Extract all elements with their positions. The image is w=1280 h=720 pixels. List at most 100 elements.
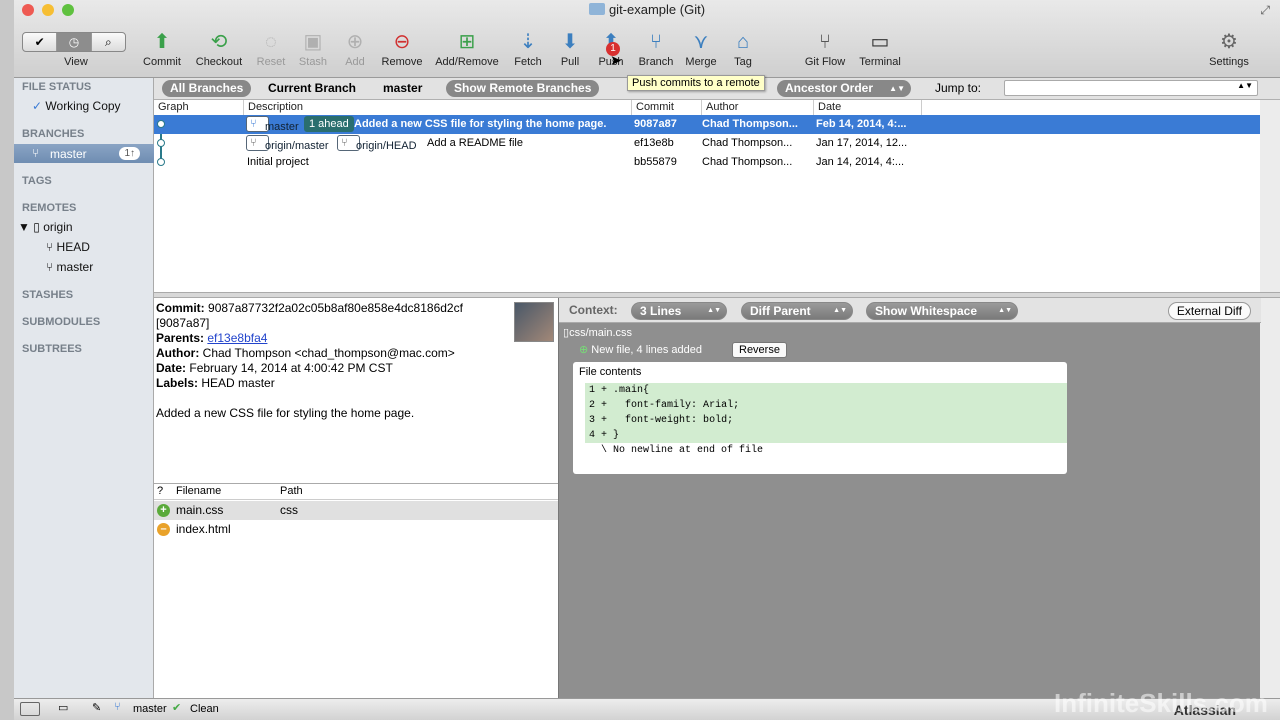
sidebar-toggle-icon[interactable]	[20, 702, 40, 716]
log-view-button[interactable]: ◷	[57, 33, 92, 51]
all-branches-button[interactable]: All Branches	[162, 80, 252, 97]
sidebar-item-origin[interactable]: ▼ ▯ origin	[18, 220, 73, 234]
branch-selector[interactable]: master	[375, 80, 430, 97]
sidebar-heading-submodules[interactable]: SUBMODULES	[22, 316, 100, 328]
status-clean: Clean	[190, 703, 219, 715]
commit-row[interactable]: Initial project bb55879 Chad Thompson...…	[154, 153, 1260, 172]
branch-icon: ⑂	[32, 146, 40, 160]
commit-details: Commit: 9087a87732f2a02c05b8af80e858e4dc…	[154, 298, 558, 483]
sidebar-item-remote-master[interactable]: ⑂ master	[46, 260, 93, 274]
file-row[interactable]: + main.css css	[154, 501, 558, 520]
tag-icon: ⌂	[736, 31, 750, 53]
sidebar-heading-tags[interactable]: TAGS	[22, 175, 52, 187]
diff-pane: Context: 3 Lines ▲▼ Diff Parent ▲▼ Show Wh…	[558, 298, 1261, 698]
diff-line-added[interactable]: 3 + font-weight: bold;	[585, 413, 1067, 428]
git-flow-icon: ⑂	[819, 31, 831, 53]
branch-tag-origin-master: ⑂ origin/master	[246, 135, 329, 152]
context-label: Context:	[569, 303, 618, 317]
sidebar-item-working-copy[interactable]: ✓ Working Copy	[32, 99, 121, 113]
commit-row[interactable]: ⑂ origin/master ⑂ origin/HEAD Add a README…	[154, 134, 1260, 153]
folder-icon	[588, 3, 605, 15]
terminal-button[interactable]: ▭ Terminal	[850, 28, 910, 68]
branch-tag-origin-head: ⑂ origin/HEAD	[337, 135, 417, 152]
sidebar-heading-stashes[interactable]: STASHES	[22, 289, 73, 301]
remove-icon: ⊖	[393, 31, 411, 53]
file-status-view-button[interactable]: ✔	[23, 33, 58, 51]
watermark: InfiniteSkills.com	[1054, 688, 1268, 718]
commit-message: Added a new CSS file for styling the hom…	[156, 406, 415, 420]
view-segmented-control[interactable]: ✔ ◷ ⌕	[22, 32, 126, 52]
show-whitespace-dropdown[interactable]: Show Whitespace ▲▼	[866, 302, 1018, 320]
reverse-button[interactable]: Reverse	[732, 342, 787, 358]
order-dropdown[interactable]: Ancestor Order ▲▼	[777, 80, 911, 97]
server-icon: ▯	[33, 220, 40, 234]
title-bar: git-example (Git) ✔ ◷ ⌕ View ⬆ Commit ⟲ Ch…	[14, 0, 1280, 78]
diff-file-status: ⊕ New file, 4 lines added	[579, 344, 702, 356]
branch-icon: ⑂	[341, 137, 348, 149]
diff-line-added[interactable]: 4 + }	[585, 428, 1067, 443]
external-diff-button[interactable]: External Diff	[1167, 302, 1251, 320]
gear-icon: ⚙	[1220, 31, 1238, 53]
current-branch-button[interactable]: Current Branch	[260, 80, 364, 97]
modified-icon: –	[157, 523, 170, 536]
terminal-icon: ▭	[870, 31, 890, 53]
diff-parent-dropdown[interactable]: Diff Parent ▲▼	[741, 302, 853, 320]
column-header-commit[interactable]: Commit	[632, 100, 702, 115]
commit-node	[157, 139, 165, 147]
commit-button[interactable]: ⬆ Commit	[132, 28, 192, 68]
diff-line-added[interactable]: 1 + .main{	[585, 383, 1067, 398]
tag-button[interactable]: ⌂ Tag	[713, 28, 773, 68]
disclosure-triangle-icon[interactable]: ▼	[18, 220, 30, 234]
context-dropdown[interactable]: 3 Lines ▲▼	[631, 302, 727, 320]
dropdown-arrows-icon: ▲▼	[707, 307, 721, 314]
checkmark-icon: ✓	[32, 99, 43, 113]
view-label: View	[64, 56, 88, 68]
parent-commit-link[interactable]: ef13e8bfa4	[207, 331, 267, 345]
diff-line-note: \ No newline at end of file	[600, 445, 764, 456]
status-branch: master	[133, 703, 167, 715]
column-header-graph[interactable]: Graph	[154, 100, 244, 115]
show-remote-branches-button[interactable]: Show Remote Branches	[446, 80, 600, 97]
checkout-button[interactable]: ⟲ Checkout	[189, 28, 249, 68]
git-flow-button[interactable]: ⑂ Git Flow	[795, 28, 855, 68]
commit-hash: 9087a87732f2a02c05b8af80e858e4dc8186d2cf	[208, 301, 463, 315]
diff-line-added[interactable]: 2 + font-family: Arial;	[585, 398, 1067, 413]
column-header-author[interactable]: Author	[702, 100, 814, 115]
push-tooltip: Push commits to a remote	[627, 75, 765, 91]
compose-icon[interactable]: ✎	[92, 701, 101, 714]
diff-hunk: File contents 1 + .main{ 2 + font-family…	[573, 362, 1067, 474]
panel-toggle-icon[interactable]: ▭	[58, 701, 68, 714]
ahead-badge: 1↑	[119, 147, 140, 160]
remove-button[interactable]: ⊖ Remove	[372, 28, 432, 68]
hunk-title: File contents	[579, 366, 642, 378]
sidebar-heading-subtrees[interactable]: SUBTREES	[22, 343, 82, 355]
added-icon: ⊕	[579, 344, 589, 356]
column-header-description[interactable]: Description	[244, 100, 632, 115]
dropdown-arrows-icon: ▲▼	[833, 307, 847, 314]
sidebar-heading-file-status: FILE STATUS	[22, 81, 92, 93]
sidebar-item-remote-head[interactable]: ⑂ HEAD	[46, 240, 90, 254]
branch-icon: ⑂	[250, 137, 257, 149]
mouse-cursor-icon: ➤	[610, 52, 622, 68]
diff-toolbar: Context: 3 Lines ▲▼ Diff Parent ▲▼ Show Wh…	[559, 298, 1261, 323]
branch-icon: ⑂	[250, 118, 257, 130]
window-title: git-example (Git)	[14, 2, 1280, 17]
sidebar-item-master[interactable]: ⑂ master 1↑	[14, 144, 154, 163]
commit-row[interactable]: ⑂ master 1 ahead Added a new CSS file for…	[154, 115, 1260, 134]
add-remove-icon: ⊞	[458, 31, 476, 53]
jump-to-dropdown[interactable]: ▲▼	[1004, 80, 1258, 96]
changed-files-list: ? Filename Path + main.css css – index.h…	[154, 483, 558, 698]
app-window: git-example (Git) ✔ ◷ ⌕ View ⬆ Commit ⟲ Ch…	[14, 0, 1280, 720]
sidebar: FILE STATUS ✓ Working Copy BRANCHES ⑂ ma…	[14, 78, 154, 698]
add-remove-button[interactable]: ⊞ Add/Remove	[433, 28, 501, 68]
files-header: ? Filename Path	[154, 484, 558, 500]
column-header-date[interactable]: Date	[814, 100, 922, 115]
file-row[interactable]: – index.html	[154, 520, 558, 539]
fullscreen-icon[interactable]: ⤢	[1260, 3, 1270, 18]
settings-button[interactable]: ⚙ Settings	[1199, 28, 1259, 68]
search-view-button[interactable]: ⌕	[92, 33, 125, 51]
branch-icon: ⑂	[114, 701, 121, 713]
dropdown-arrows-icon: ▲▼	[1237, 81, 1253, 90]
branch-icon: ⑂	[46, 240, 54, 254]
sidebar-heading-remotes[interactable]: REMOTES	[22, 202, 76, 214]
